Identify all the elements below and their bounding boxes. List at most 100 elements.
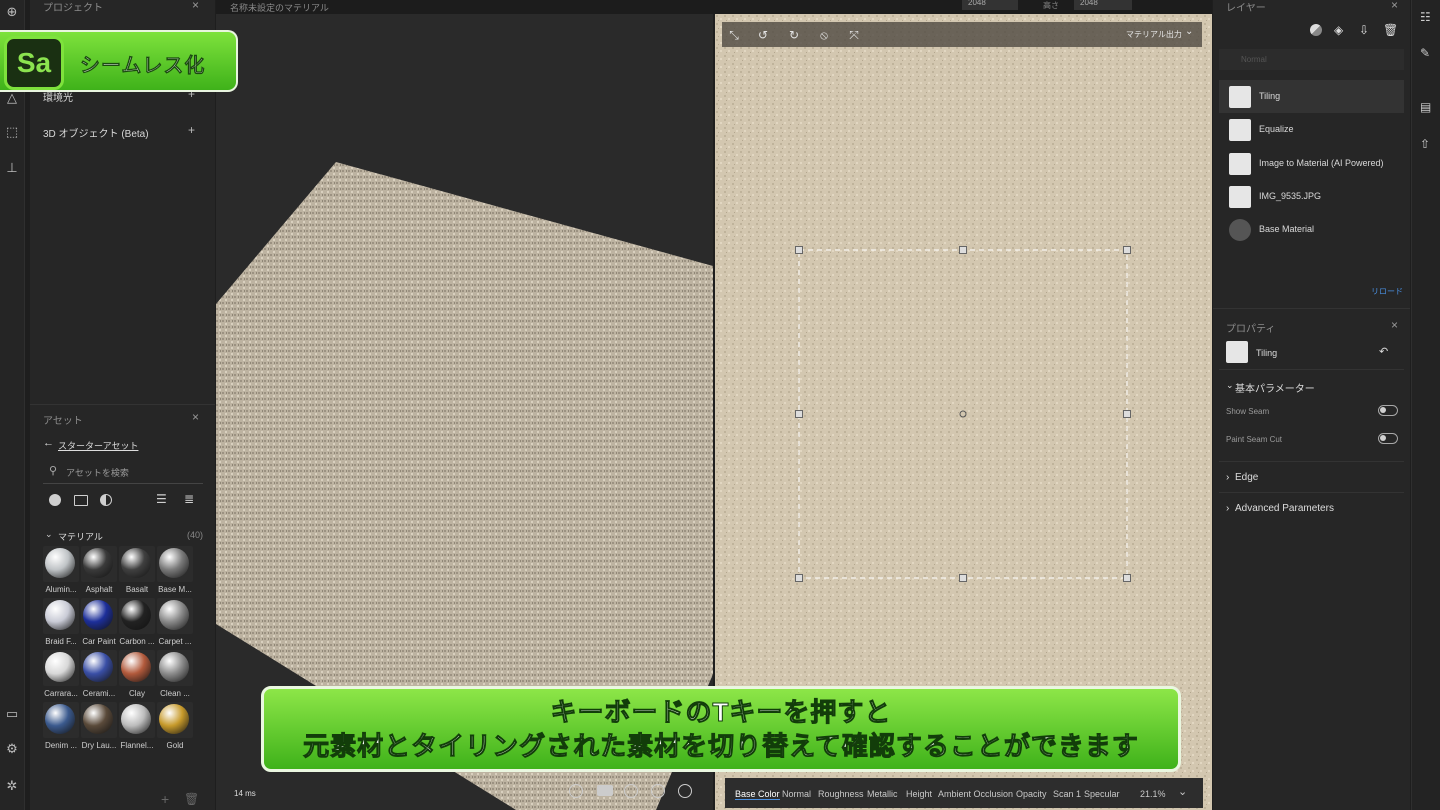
width-field[interactable]: 2048 [962,0,1018,10]
asset-search-input[interactable]: アセットを検索 [66,466,129,479]
channel-ambient-occlusion[interactable]: Ambient Occlusion [938,789,1013,799]
material-item[interactable]: Asphalt [81,546,117,596]
tile-handle-tm[interactable] [959,246,967,254]
3d-object-row-label[interactable]: 3D オブジェクト (Beta) [43,125,149,140]
edge-section[interactable]: Edge [1235,472,1258,483]
reload-link[interactable]: リロード [1371,286,1403,297]
tile-handle-tl[interactable] [795,246,803,254]
tile-handle-tr[interactable] [1123,246,1131,254]
zoom-chevron-icon[interactable]: ⌄ [1178,785,1187,798]
flip-icon[interactable]: ⦸ [816,27,832,43]
tile-handle-br[interactable] [1123,574,1131,582]
material-item[interactable]: Car Paint [81,598,117,648]
image-filter-icon[interactable] [74,495,88,506]
close-icon[interactable]: × [192,0,199,12]
reset-icon[interactable]: ↶ [1379,345,1388,358]
layers-tool-icon[interactable]: △ [4,90,20,106]
material-item[interactable]: Base M... [157,546,193,596]
paint-seam-cut-toggle[interactable] [1378,433,1398,444]
material-sphere-icon [45,600,75,630]
add-3d-object-icon[interactable]: + [188,123,195,137]
camera-icon[interactable] [597,785,613,796]
material-item[interactable]: Alumin... [43,546,79,596]
material-item[interactable]: Cerami... [81,650,117,700]
delete-asset-icon[interactable]: 🗑 [184,792,199,806]
layer-image[interactable]: IMG_9535.JPG [1219,180,1404,213]
channel-height[interactable]: Height [906,789,932,799]
info-icon[interactable] [569,784,583,798]
layer-base-material[interactable]: Base Material [1219,213,1404,246]
material-item[interactable]: Denim ... [43,702,79,752]
material-item[interactable]: Carrara... [43,650,79,700]
basic-params-section[interactable]: 基本パラメーター [1235,380,1315,395]
channel-roughness[interactable]: Roughness [818,789,864,799]
add-fill-icon[interactable] [1310,24,1322,36]
tile-handle-bl[interactable] [795,574,803,582]
plugins-icon[interactable]: ✲ [4,778,20,794]
tile-handle-bm[interactable] [959,574,967,582]
zoom-level[interactable]: 21.1% [1140,789,1166,799]
layer-tiling[interactable]: Tiling [1219,80,1404,113]
right-toolbar: ☷ ✎ ▤ ⇧ [1411,0,1440,810]
height-label: 高さ [1043,1,1059,10]
settings-icon[interactable]: ⚙ [4,741,20,757]
transform-icon[interactable]: ⤧ [846,27,862,43]
material-item[interactable]: Gold [157,702,193,752]
import-icon[interactable]: ⇩ [1359,23,1369,37]
material-item[interactable]: Clay [119,650,155,700]
material-item[interactable]: Basalt [119,546,155,596]
monitor-icon[interactable]: ▭ [4,706,20,722]
starter-assets-link[interactable]: スターターアセット [58,439,138,452]
chevron-down-icon[interactable]: ⌄ [1185,26,1193,37]
channel-specular[interactable]: Specular [1084,789,1120,799]
close-layers-icon[interactable]: × [1391,0,1398,12]
material-item[interactable]: Clean ... [157,650,193,700]
channel-normal[interactable]: Normal [782,789,811,799]
stamp-tool-icon[interactable]: ⊥ [4,160,20,176]
tile-handle-ml[interactable] [795,410,803,418]
channel-metallic[interactable]: Metallic [867,789,898,799]
material-filter-icon[interactable] [49,494,61,506]
advanced-chevron-icon[interactable]: › [1226,503,1229,514]
height-field[interactable]: 2048 [1074,0,1132,10]
select-tool-icon[interactable]: ⬚ [4,124,20,140]
add-layer-icon[interactable]: ◈ [1334,23,1343,37]
layer-equalize[interactable]: Equalize [1219,113,1404,146]
rotate-left-90-icon[interactable]: ↺ [755,27,771,43]
materials-chevron-icon[interactable]: ⌄ [45,529,53,540]
light-filter-icon[interactable] [100,494,112,506]
delete-layer-icon[interactable]: 🗑 [1383,23,1398,37]
document-icon[interactable]: ▤ [1420,100,1431,114]
material-item[interactable]: Dry Lau... [81,702,117,752]
add-icon[interactable]: ⊕ [4,4,20,20]
grid-icon[interactable] [651,784,665,798]
edge-chevron-icon[interactable]: › [1226,472,1229,483]
blend-mode-select[interactable]: Normal [1219,49,1404,70]
material-item[interactable]: Flannel... [119,702,155,752]
layer-image-to-material[interactable]: Image to Material (AI Powered) [1219,147,1404,180]
adjust-icon[interactable]: ☷ [1420,10,1431,24]
rotate-right-90-icon[interactable]: ↻ [786,27,802,43]
back-arrow-icon[interactable]: ← [43,437,54,449]
show-seam-toggle[interactable] [1378,405,1398,416]
material-output-select[interactable]: マテリアル出力 [1126,29,1182,40]
basic-chevron-icon[interactable]: ⌄ [1226,380,1234,391]
fit-view-icon[interactable]: ⤡ [726,27,742,43]
reset-view-icon[interactable] [678,784,692,798]
material-item[interactable]: Carbon ... [119,598,155,648]
environment-icon[interactable] [624,784,638,798]
channel-opacity[interactable]: Opacity [1016,789,1047,799]
channel-base-color[interactable]: Base Color [735,789,780,800]
advanced-section[interactable]: Advanced Parameters [1235,503,1334,514]
channel-scan-1[interactable]: Scan 1 [1053,789,1081,799]
material-item[interactable]: Braid F... [43,598,79,648]
list-view-icon[interactable]: ≣ [184,492,194,506]
sort-icon[interactable]: ☰ [156,492,167,506]
ruler-icon[interactable]: ✎ [1420,46,1430,60]
material-item[interactable]: Carpet ... [157,598,193,648]
close-assets-icon[interactable]: × [192,410,199,424]
tile-handle-mr[interactable] [1123,410,1131,418]
close-properties-icon[interactable]: × [1391,318,1398,332]
add-asset-icon[interactable]: + [161,791,169,807]
export-icon[interactable]: ⇧ [1420,137,1430,151]
